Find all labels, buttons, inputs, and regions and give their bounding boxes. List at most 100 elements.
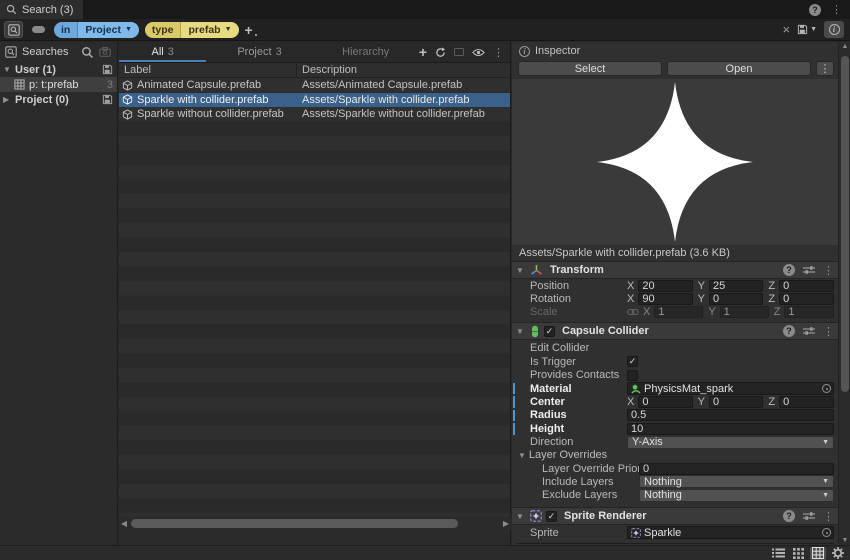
table-row[interactable]: Sparkle without collider.prefab Assets/S… [119, 107, 510, 122]
toggle-query-blocks-icon[interactable] [29, 21, 48, 38]
open-button[interactable]: Open [667, 61, 811, 76]
axis-label: Y [708, 306, 715, 318]
foldout-arrow-icon[interactable]: ▼ [516, 327, 526, 336]
sidebar-group-project[interactable]: ▶ Project (0) [0, 92, 117, 107]
settings-button[interactable] [830, 547, 846, 560]
filter-chip-in[interactable]: in Project▼ [54, 22, 139, 38]
foldout-arrow-icon[interactable]: ▼ [518, 451, 526, 460]
foldout-arrow-icon[interactable]: ▶ [3, 95, 12, 104]
object-picker-icon[interactable] [822, 384, 831, 393]
sprite-object-field[interactable]: Sparkle [627, 526, 834, 539]
height-field[interactable]: 10 [627, 423, 834, 435]
capsule-collider-header[interactable]: ▼ ✓ Capsule Collider ? ⋮ [512, 322, 838, 340]
direction-dropdown[interactable]: Y-Axis▼ [627, 436, 834, 449]
inspector-menu-icon[interactable]: ⋮ [816, 61, 834, 76]
link-icon[interactable] [627, 308, 639, 316]
export-icon[interactable] [454, 48, 464, 56]
foldout-arrow-icon[interactable]: ▼ [516, 266, 526, 275]
sprite-renderer-header[interactable]: ▼ ✓ Sprite Renderer ? ⋮ [512, 507, 838, 525]
component-enabled-checkbox[interactable]: ✓ [544, 326, 555, 337]
component-enabled-checkbox[interactable]: ✓ [546, 511, 557, 522]
inspector-scrollbar[interactable]: ▲ ▼ [838, 42, 850, 545]
presets-icon[interactable] [803, 265, 815, 275]
help-icon[interactable]: ? [783, 325, 795, 337]
property-label: Center [530, 396, 627, 408]
clear-search-button[interactable]: × [782, 22, 790, 37]
rotation-y-field[interactable]: 0 [709, 293, 763, 305]
foldout-arrow-icon[interactable]: ▼ [516, 512, 526, 521]
table-icon [14, 79, 25, 90]
scale-y-field[interactable]: 1 [720, 306, 769, 318]
results-menu-icon[interactable]: ⋮ [493, 46, 504, 59]
query-builder-toggle-icon[interactable] [4, 21, 23, 38]
inspector-toggle-button[interactable]: i [824, 21, 844, 38]
column-header-label[interactable]: Label [119, 63, 297, 77]
select-button[interactable]: Select [518, 61, 662, 76]
sidebar-item-saved-query[interactable]: p: t:prefab 3 [0, 77, 117, 92]
list-view-button[interactable] [770, 547, 786, 560]
rotation-x-field[interactable]: 90 [638, 293, 692, 305]
scroll-left-icon[interactable]: ◀ [119, 519, 129, 528]
scroll-right-icon[interactable]: ▶ [501, 519, 511, 528]
filter-chip-in-value[interactable]: Project▼ [78, 22, 139, 38]
center-x-field[interactable]: 0 [638, 396, 692, 408]
transform-header[interactable]: ▼ Transform ? ⋮ [512, 261, 838, 279]
save-icon[interactable] [102, 94, 113, 105]
include-layers-dropdown[interactable]: Nothing▼ [639, 475, 834, 488]
window-tab[interactable]: Search (3) [0, 0, 84, 19]
add-tab-icon[interactable]: + [419, 44, 427, 60]
layer-overrides-foldout[interactable]: ▼ Layer Overrides [512, 449, 838, 462]
position-x-field[interactable]: 20 [638, 280, 692, 292]
layer-override-priority-field[interactable]: 0 [639, 463, 834, 475]
chevron-down-icon[interactable]: ▼ [810, 26, 817, 33]
table-row[interactable]: Animated Capsule.prefab Assets/Animated … [119, 78, 510, 93]
provides-contacts-checkbox[interactable]: ✓ [627, 370, 638, 381]
sprite-value: Sparkle [644, 527, 681, 539]
grid-view-button[interactable] [790, 547, 806, 560]
help-icon[interactable]: ? [809, 4, 821, 16]
scroll-up-icon[interactable]: ▲ [839, 43, 850, 50]
table-view-button[interactable] [810, 547, 826, 560]
presets-icon[interactable] [803, 326, 815, 336]
window-menu-icon[interactable]: ⋮ [831, 3, 842, 16]
scrollbar-thumb[interactable] [131, 519, 458, 528]
radius-field[interactable]: 0.5 [627, 409, 834, 421]
sidebar-group-user[interactable]: ▼ User (1) [0, 62, 117, 77]
rotation-z-field[interactable]: 0 [779, 293, 834, 305]
save-icon[interactable] [102, 64, 113, 75]
grid-view-icon [793, 548, 804, 559]
component-menu-icon[interactable]: ⋮ [823, 264, 834, 277]
foldout-arrow-icon[interactable]: ▼ [3, 65, 12, 74]
eye-icon[interactable] [472, 48, 485, 57]
tab-project[interactable]: Project3 [206, 42, 312, 62]
exclude-layers-dropdown[interactable]: Nothing▼ [639, 489, 834, 502]
scale-x-field[interactable]: 1 [654, 306, 703, 318]
material-object-field[interactable]: PhysicsMat_spark [627, 382, 834, 395]
tab-hierarchy[interactable]: Hierarchy [313, 42, 419, 62]
position-z-field[interactable]: 0 [779, 280, 834, 292]
add-filter-button[interactable]: + [245, 23, 253, 37]
center-y-field[interactable]: 0 [709, 396, 763, 408]
import-search-icon[interactable] [99, 47, 111, 57]
component-menu-icon[interactable]: ⋮ [823, 325, 834, 338]
scroll-down-icon[interactable]: ▼ [839, 537, 850, 544]
object-picker-icon[interactable] [822, 528, 831, 537]
tab-all[interactable]: All3 [119, 42, 206, 62]
help-icon[interactable]: ? [783, 264, 795, 276]
help-icon[interactable]: ? [783, 510, 795, 522]
save-search-button[interactable]: ▼ [797, 24, 817, 35]
table-row-selected[interactable]: Sparkle with collider.prefab Assets/Spar… [119, 93, 510, 108]
refresh-icon[interactable] [435, 47, 446, 58]
presets-icon[interactable] [803, 511, 815, 521]
filter-chip-type-value[interactable]: prefab▼ [181, 22, 238, 38]
center-z-field[interactable]: 0 [779, 396, 834, 408]
horizontal-scrollbar[interactable]: ◀ ▶ [119, 517, 511, 530]
search-icon[interactable] [81, 46, 94, 59]
filter-chip-type[interactable]: type prefab▼ [145, 22, 239, 38]
position-y-field[interactable]: 25 [709, 280, 763, 292]
component-menu-icon[interactable]: ⋮ [823, 510, 834, 523]
column-header-description[interactable]: Description [297, 63, 510, 77]
scale-z-field[interactable]: 1 [784, 306, 834, 318]
is-trigger-checkbox[interactable]: ✓ [627, 356, 638, 367]
scrollbar-thumb[interactable] [841, 56, 849, 392]
